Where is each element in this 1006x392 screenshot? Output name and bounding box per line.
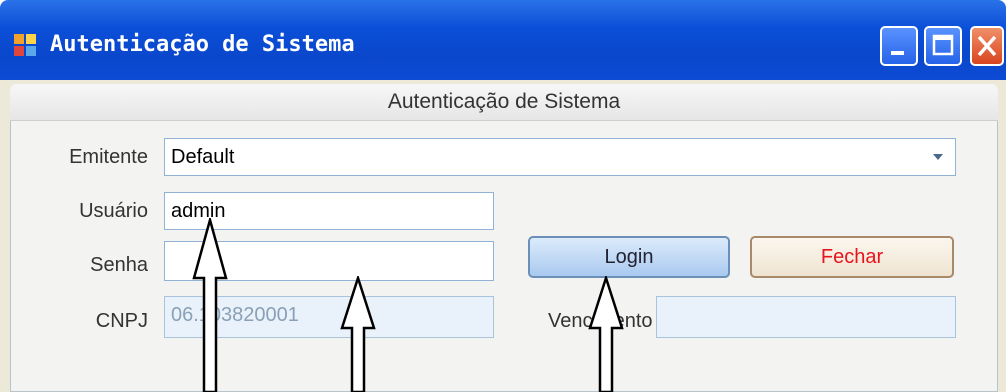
minimize-button[interactable]: [880, 26, 918, 66]
close-button[interactable]: [970, 26, 1004, 66]
vencimento-field: [656, 296, 956, 338]
annotation-arrow-usuario: [192, 218, 228, 392]
minimize-icon: [891, 51, 904, 55]
emitente-label: Emitente: [69, 146, 148, 168]
login-button[interactable]: Login: [528, 236, 730, 278]
maximize-button[interactable]: [924, 26, 962, 66]
senha-label: Senha: [90, 254, 148, 276]
emitente-value: Default: [171, 146, 235, 168]
app-icon: [14, 34, 36, 56]
login-window: Autenticação de Sistema Autenticação de …: [0, 0, 1006, 392]
close-icon: [977, 35, 997, 57]
annotation-arrow-login: [588, 276, 624, 392]
annotation-arrow-senha: [340, 276, 376, 392]
title-bar[interactable]: Autenticação de Sistema: [0, 0, 1006, 80]
maximize-icon: [932, 34, 954, 56]
panel-title: Autenticação de Sistema: [387, 90, 621, 113]
emitente-select[interactable]: Default: [164, 138, 956, 176]
cnpj-label: CNPJ: [95, 310, 148, 332]
window-title: Autenticação de Sistema: [50, 32, 355, 57]
chevron-down-icon[interactable]: [933, 154, 943, 160]
usuario-label: Usuário: [79, 200, 148, 222]
fechar-button[interactable]: Fechar: [750, 236, 954, 278]
